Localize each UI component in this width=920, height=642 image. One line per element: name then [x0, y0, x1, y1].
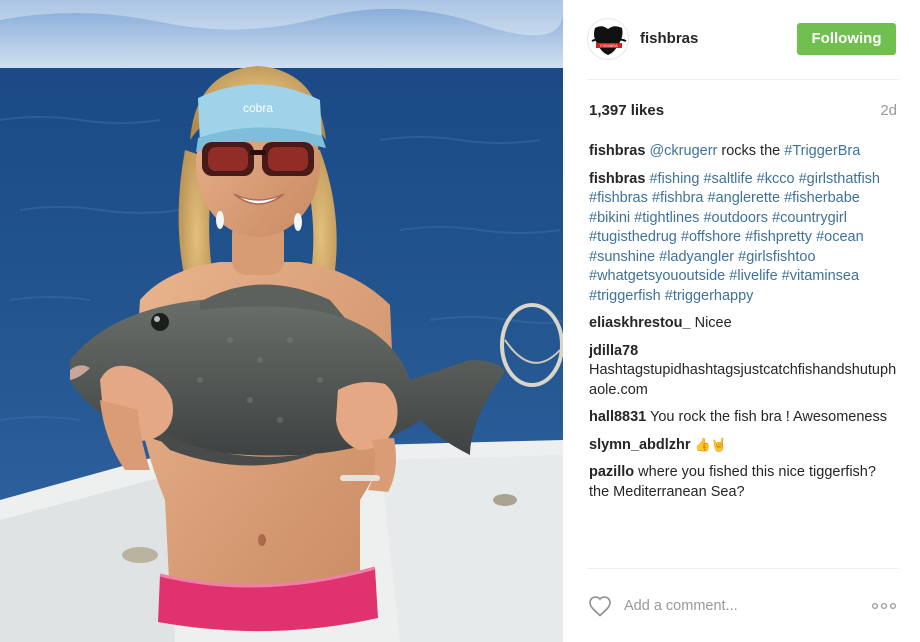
svg-text:cobra: cobra — [243, 101, 273, 115]
post-panel: FISHBRA fishbras Following 1,397 likes 2… — [563, 0, 920, 642]
hashtag-link[interactable]: #TriggerBra — [784, 143, 860, 159]
hashtag-link[interactable]: #sunshine — [589, 249, 655, 265]
add-comment-input[interactable] — [624, 594, 824, 618]
caption: fishbras @ckrugerr rocks the #TriggerBra — [589, 142, 897, 162]
like-count[interactable]: 1,397 likes — [589, 102, 664, 119]
comment-username[interactable]: hall8831 — [589, 409, 646, 425]
comment-text: Nicee — [694, 315, 732, 331]
hashtag-list: #fishing #saltlife #kcco #girlsthatfish … — [589, 171, 880, 304]
hashtag-link[interactable]: #fishing — [649, 171, 699, 187]
comment-text: 👍🤘 — [694, 437, 727, 453]
hashtag-comment: fishbras #fishing #saltlife #kcco #girls… — [589, 170, 897, 307]
hashtag-link[interactable]: #kcco — [757, 171, 795, 187]
hashtag-link[interactable]: #fishbras — [589, 190, 648, 206]
svg-text:FISHBRA: FISHBRA — [600, 43, 618, 48]
comment-username[interactable]: slymn_abdlzhr — [589, 437, 691, 453]
comment-username[interactable]: fishbras — [589, 143, 645, 159]
comment-list: fishbras @ckrugerr rocks the #TriggerBra… — [589, 142, 897, 510]
comment-username[interactable]: jdilla78 — [589, 343, 638, 359]
hashtag-link[interactable]: #tightlines — [634, 210, 699, 226]
comment-username[interactable]: pazillo — [589, 464, 634, 480]
avatar[interactable]: FISHBRA — [587, 18, 629, 60]
hashtag-link[interactable]: #ladyangler — [659, 249, 734, 265]
list-item: slymn_abdlzhr 👍🤘 — [589, 436, 897, 456]
post-header: FISHBRA fishbras Following — [587, 0, 899, 80]
hashtag-link[interactable]: #offshore — [681, 229, 741, 245]
comment-username[interactable]: fishbras — [589, 171, 645, 187]
hashtag-link[interactable]: #triggerhappy — [665, 288, 754, 304]
hashtag-link[interactable]: #fisherbabe — [784, 190, 860, 206]
post-photo: cobra — [0, 0, 563, 642]
more-options-icon[interactable] — [871, 598, 897, 614]
hashtag-link[interactable]: #triggerfish — [589, 288, 661, 304]
likes-row: 1,397 likes 2d — [589, 102, 897, 122]
caption-text: rocks the — [717, 143, 785, 159]
photo-illustration: cobra — [0, 0, 563, 642]
hashtag-link[interactable]: #countrygirl — [772, 210, 847, 226]
hashtag-link[interactable]: #whatgetsyououtside — [589, 268, 725, 284]
hashtag-link[interactable]: #bikini — [589, 210, 630, 226]
hashtag-link[interactable]: #outdoors — [703, 210, 768, 226]
hashtag-link[interactable]: #vitaminsea — [782, 268, 859, 284]
post-time[interactable]: 2d — [880, 102, 897, 119]
following-button[interactable]: Following — [797, 23, 896, 55]
hashtag-link[interactable]: #tugisthedrug — [589, 229, 677, 245]
list-item: eliaskhrestou_ Nicee — [589, 314, 897, 334]
heart-icon[interactable] — [588, 595, 612, 617]
hashtag-link[interactable]: #fishbra — [652, 190, 704, 206]
hashtag-link[interactable]: #saltlife — [703, 171, 752, 187]
header-username[interactable]: fishbras — [640, 30, 698, 47]
hashtag-link[interactable]: #fishpretty — [745, 229, 812, 245]
list-item: hall8831 You rock the fish bra ! Awesome… — [589, 408, 897, 428]
hashtag-link[interactable]: #girlsfishtoo — [738, 249, 815, 265]
hashtag-link[interactable]: #girlsthatfish — [799, 171, 880, 187]
list-item: pazillo where you fished this nice tigge… — [589, 463, 897, 502]
hashtag-link[interactable]: #anglerette — [708, 190, 781, 206]
comment-footer — [587, 568, 899, 642]
comment-username[interactable]: eliaskhrestou_ — [589, 315, 691, 331]
hashtag-link[interactable]: #livelife — [729, 268, 777, 284]
mention-link[interactable]: @ckrugerr — [649, 143, 717, 159]
comment-text: Hashtagstupidhashtagsjustcatchfishandshu… — [589, 362, 897, 398]
hashtag-link[interactable]: #ocean — [816, 229, 864, 245]
fishbras-logo-icon: FISHBRA — [588, 19, 628, 59]
comment-text: You rock the fish bra ! Awesomeness — [650, 409, 888, 425]
list-item: jdilla78 Hashtagstupidhashtagsjustcatchf… — [589, 342, 897, 401]
